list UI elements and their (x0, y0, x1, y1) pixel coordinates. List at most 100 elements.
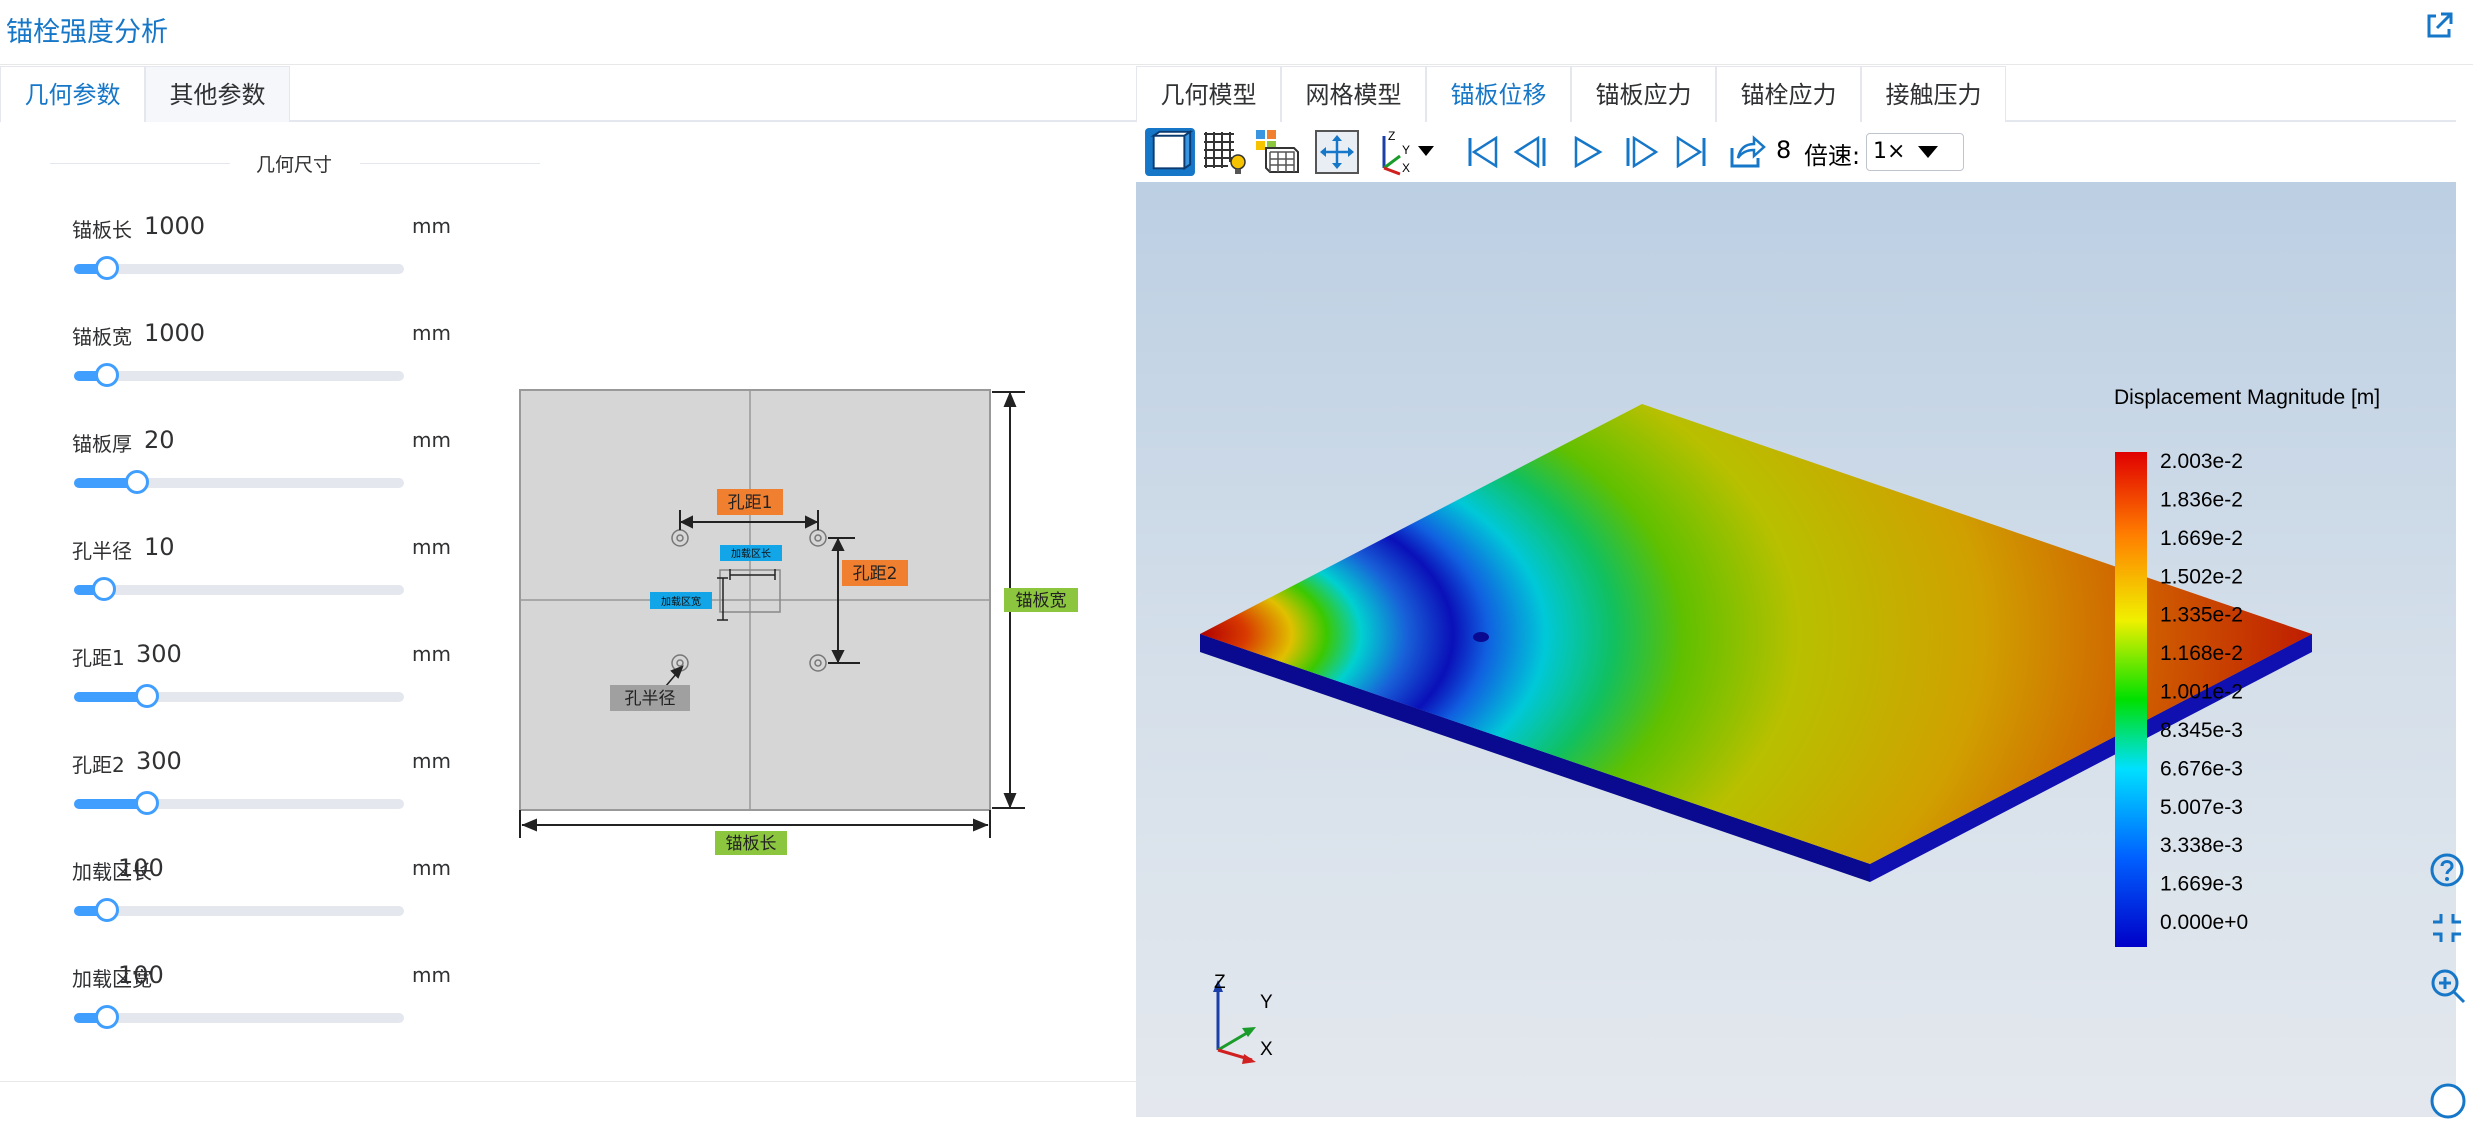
param-value-input[interactable]: 300 (136, 640, 182, 668)
tag-hole-radius-label: 孔半径 (625, 689, 676, 709)
param-slider[interactable] (74, 1005, 404, 1029)
param-value-input[interactable]: 1000 (144, 319, 205, 347)
legend-tick-label: 6.676e-3 (2160, 757, 2243, 780)
help-icon[interactable] (2429, 852, 2465, 888)
param-unit: mm (412, 535, 451, 559)
anchor-hole-mark (1473, 632, 1489, 642)
3d-viewer[interactable]: Displacement Magnitude [m] 2.003e-2 1.836… (1136, 182, 2456, 1117)
axes-icon-x: X (1402, 161, 1410, 175)
param-slider[interactable] (74, 577, 404, 601)
external-link-icon[interactable] (2421, 8, 2457, 44)
param-label: 锚板厚 (72, 432, 132, 456)
param-value-input[interactable]: 300 (136, 747, 182, 775)
export-icon[interactable] (1726, 128, 1766, 176)
param-label: 孔距1 (72, 646, 125, 670)
tab-other-params[interactable]: 其他参数 (145, 66, 290, 122)
slider-handle[interactable] (95, 898, 119, 922)
param-unit: mm (412, 321, 451, 345)
param-label: 孔半径 (72, 539, 132, 563)
fullscreen-exit-icon[interactable] (2429, 910, 2465, 946)
param-slider[interactable] (74, 684, 404, 708)
tab-geometry-params[interactable]: 几何参数 (0, 66, 145, 122)
param-unit: mm (412, 428, 451, 452)
slider-handle[interactable] (134, 791, 159, 815)
slider-handle[interactable] (124, 470, 149, 494)
section-title: 几何尺寸 (256, 154, 333, 176)
last-frame-icon[interactable] (1672, 128, 1712, 176)
param-label: 锚板长 (72, 218, 132, 242)
left-tabbar: 几何参数 其他参数 (0, 66, 1136, 122)
tag-load-length-label: 加载区长 (731, 548, 771, 560)
chevron-down-icon[interactable] (1418, 146, 1434, 156)
legend-tick-label: 1.669e-3 (2160, 873, 2243, 896)
tab-plate-stress[interactable]: 锚板应力 (1571, 66, 1716, 122)
axis-x-label: X (1260, 1039, 1273, 1060)
tag-hole-spacing-1-label: 孔距1 (728, 493, 773, 513)
footer-divider (0, 1081, 1136, 1082)
legend-tick-label: 0.000e+0 (2160, 911, 2248, 934)
first-frame-icon[interactable] (1462, 128, 1502, 176)
axes-icon-z: Z (1388, 129, 1395, 143)
speed-select[interactable]: 1× (1866, 133, 1964, 171)
legend-tick-label: 2.003e-2 (2160, 450, 2243, 473)
tab-mesh-model[interactable]: 网格模型 (1281, 66, 1426, 122)
param-value-input[interactable]: 10 (144, 533, 175, 561)
param-value-input[interactable]: 100 (118, 961, 164, 989)
frame-number: 8 (1776, 136, 1792, 164)
param-unit: mm (412, 963, 451, 987)
slider-handle[interactable] (95, 1005, 119, 1029)
legend-ticks: 2.003e-2 1.836e-2 1.669e-2 1.502e-2 1.335e-2… (2160, 450, 2248, 934)
play-icon[interactable] (1570, 128, 1606, 176)
legend-tick-label: 8.345e-3 (2160, 719, 2243, 742)
legend-tick-label: 1.836e-2 (2160, 488, 2243, 511)
page-title: 锚栓强度分析 (6, 17, 168, 48)
color-grid-icon[interactable] (1254, 128, 1302, 176)
slider-handle[interactable] (91, 577, 116, 601)
param-slider[interactable] (74, 898, 404, 922)
tab-contact-pressure[interactable]: 接触压力 (1861, 66, 2006, 122)
chevron-down-icon (1918, 146, 1938, 158)
next-frame-icon[interactable] (1620, 128, 1660, 176)
axes-view-icon[interactable]: Z Y X (1374, 128, 1440, 176)
param-slider[interactable] (74, 791, 404, 815)
slider-handle[interactable] (95, 256, 119, 280)
slider-handle[interactable] (134, 684, 159, 708)
param-value-input[interactable]: 20 (144, 426, 175, 454)
displacement-plot: Displacement Magnitude [m] 2.003e-2 1.836… (1200, 386, 2380, 1064)
legend-tick-label: 3.338e-3 (2160, 834, 2243, 857)
param-unit: mm (412, 856, 451, 880)
section-divider-right (360, 163, 540, 164)
section-divider-left (50, 163, 230, 164)
geometry-diagram: 孔距1 孔距2 加载区长 加载区宽 孔半径 锚板长 锚板宽 (519, 389, 1078, 855)
tab-geometry-model[interactable]: 几何模型 (1136, 66, 1281, 122)
param-slider[interactable] (74, 470, 404, 494)
param-label: 锚板宽 (72, 325, 132, 349)
tag-load-width-label: 加载区宽 (661, 595, 701, 608)
slider-handle[interactable] (95, 363, 119, 387)
param-slider[interactable] (74, 363, 404, 387)
param-label: 孔距2 (72, 753, 125, 777)
tag-plate-length-label: 锚板长 (726, 834, 777, 854)
mesh-light-icon[interactable] (1200, 128, 1250, 176)
zoom-in-icon[interactable] (2429, 967, 2467, 1005)
fit-view-icon[interactable] (1314, 128, 1360, 176)
tag-hole-spacing-2-label: 孔距2 (853, 564, 898, 584)
param-unit: mm (412, 214, 451, 238)
param-value-input[interactable]: 100 (118, 854, 164, 882)
legend-tick-label: 1.168e-2 (2160, 642, 2243, 665)
surface-view-icon[interactable] (1144, 128, 1196, 176)
legend-tick-label: 5.007e-3 (2160, 796, 2243, 819)
zoom-slider-handle[interactable] (2429, 1082, 2467, 1120)
legend-tick-label: 1.001e-2 (2160, 681, 2243, 704)
axes-icon-y: Y (1402, 143, 1410, 157)
tab-plate-displacement[interactable]: 锚板位移 (1426, 66, 1571, 122)
speed-label: 倍速: (1804, 142, 1861, 170)
param-slider[interactable] (74, 256, 404, 280)
legend-title: Displacement Magnitude [m] (2114, 386, 2380, 409)
right-tabbar: 几何模型 网格模型 锚板位移 锚板应力 锚栓应力 接触压力 (1136, 66, 2456, 122)
legend-colorbar (2115, 452, 2147, 947)
tab-bolt-stress[interactable]: 锚栓应力 (1716, 66, 1861, 122)
prev-frame-icon[interactable] (1512, 128, 1552, 176)
app-header: 锚栓强度分析 (0, 0, 2473, 65)
param-value-input[interactable]: 1000 (144, 212, 205, 240)
